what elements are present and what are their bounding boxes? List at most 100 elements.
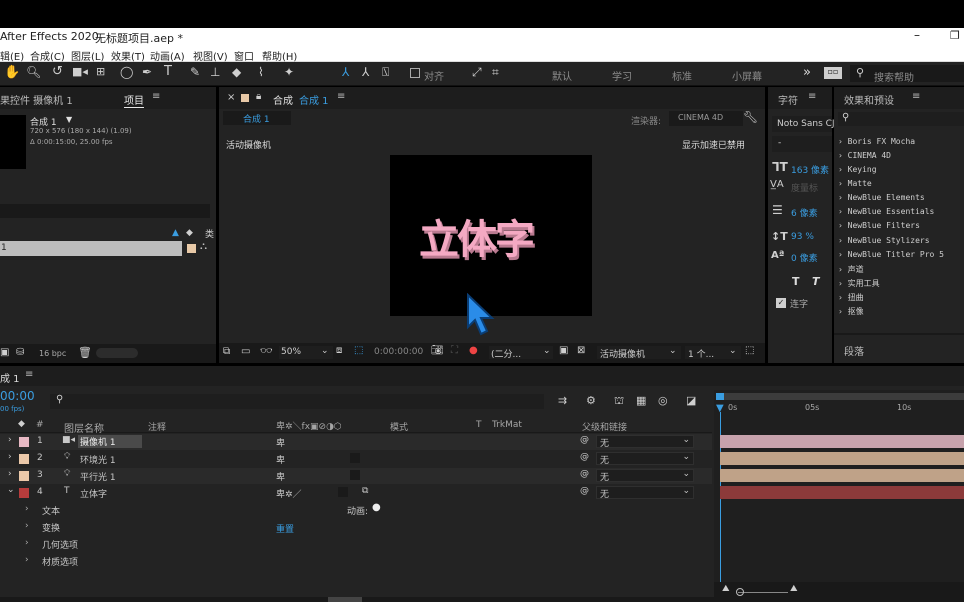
timeline-tab[interactable]: 成 1 (0, 370, 20, 385)
prop-text[interactable]: 文本 (42, 504, 60, 517)
zoom-dropdown[interactable]: 50% ⌄ (279, 346, 333, 359)
axis-world-icon[interactable]: ⅄ (362, 65, 369, 79)
sync-icon[interactable]: ▫▫ (824, 67, 842, 79)
puppet-tool-icon[interactable]: ✦ (284, 65, 294, 79)
expand-chevron-icon[interactable]: › (8, 469, 12, 479)
pickwhip-icon[interactable]: @ (580, 435, 589, 445)
faux-italic-button[interactable]: T (812, 275, 820, 288)
restore-icon[interactable]: ❐ (950, 29, 960, 42)
ellipse-tool-icon[interactable]: ◯ (120, 65, 133, 79)
axis-view-icon[interactable]: ⍂ (382, 65, 389, 80)
font-size-value[interactable]: 163 像素 (791, 163, 829, 176)
3d-layer-icon[interactable]: ⧉ (362, 486, 368, 496)
display-icon[interactable]: ▭ (241, 346, 250, 357)
character-title[interactable]: 字符 (778, 92, 798, 107)
pickwhip-icon[interactable]: @ (580, 452, 589, 462)
renderer-button[interactable]: CINEMA 4D (669, 111, 743, 126)
comp-subtab[interactable]: 合成 1 (223, 111, 291, 125)
menu-layer[interactable]: 图层(L) (71, 48, 104, 63)
effect-category[interactable]: › NewBlue Essentials (838, 207, 934, 216)
comp-tab-label[interactable]: 合成 (273, 92, 293, 107)
effect-category[interactable]: › Boris FX Mocha (838, 137, 915, 146)
switch-box[interactable] (338, 487, 348, 497)
workspace-small-screen[interactable]: 小屏幕 (732, 68, 762, 83)
stroke-width-value[interactable]: 6 像素 (791, 206, 818, 219)
new-folder-icon[interactable]: ⛁ (16, 347, 24, 358)
layer-row[interactable]: ⌄ 4 T 立体字 卑✲／ ⧉ @ 无 ⌄ (0, 485, 712, 501)
parent-link-header[interactable]: 父级和链接 (582, 420, 627, 433)
kerning-value[interactable]: 度量标 (791, 181, 818, 194)
menu-animation[interactable]: 动画(A) (150, 48, 185, 63)
prop-material-options[interactable]: 材质选项 (42, 555, 78, 568)
layer-label-swatch[interactable] (19, 488, 29, 498)
menu-edit[interactable]: 辑(E) (0, 48, 24, 63)
switch-box[interactable] (350, 470, 360, 480)
axis-local-icon[interactable]: ⅄ (342, 65, 349, 79)
effect-category[interactable]: › 抠像 (838, 306, 864, 317)
shy-layers-icon[interactable]: ⛫ (614, 394, 624, 409)
expand-chevron-icon[interactable]: › (8, 435, 12, 445)
comp-timecode[interactable]: 0:00:00:00 (374, 347, 423, 357)
hyphenate-checkbox[interactable]: ✓ (776, 298, 786, 308)
prop-geometry-options[interactable]: 几何选项 (42, 538, 78, 551)
workspace-learn[interactable]: 学习 (612, 68, 632, 83)
search-help-input[interactable]: 搜索帮助 (874, 69, 914, 84)
collapse-chevron-icon[interactable]: ⌄ (7, 485, 15, 495)
canvas-3d-text[interactable]: 立体字 (419, 207, 535, 265)
effect-category[interactable]: › NewBlue Elements (838, 193, 925, 202)
comp-dropdown-icon[interactable]: ▼ (66, 115, 72, 124)
font-family-dropdown[interactable]: Noto Sans CJ (772, 116, 835, 132)
mask-icon[interactable]: ⬚ (354, 345, 363, 356)
rotate-tool-icon[interactable]: ↺ (52, 64, 63, 79)
zoom-out-icon[interactable]: ⛰ (722, 584, 730, 594)
motion-blur-icon[interactable]: ◎ (658, 394, 668, 407)
draft-3d-icon[interactable]: ⚙ (586, 394, 596, 407)
menu-composition[interactable]: 合成(C) (30, 48, 65, 63)
parent-dropdown[interactable]: 无 ⌄ (596, 486, 694, 500)
effect-category[interactable]: › CINEMA 4D (838, 151, 891, 160)
effects-title[interactable]: 效果和预设 (844, 92, 894, 107)
layer-label-swatch[interactable] (19, 437, 29, 447)
comment-header[interactable]: 注释 (148, 420, 166, 433)
pickwhip-icon[interactable]: @ (580, 486, 589, 496)
trkmat-header[interactable]: TrkMat (492, 420, 522, 430)
camera-tool-icon[interactable]: ■◂ (72, 65, 88, 78)
zoom-slider-handle[interactable] (736, 588, 744, 596)
clone-stamp-icon[interactable]: ⊥ (210, 65, 220, 79)
timeline-scrollbar[interactable] (0, 597, 714, 602)
effect-category[interactable]: › 实用工具 (838, 278, 880, 289)
font-style-dropdown[interactable]: - (772, 136, 832, 152)
type-tool-icon[interactable]: T (164, 64, 172, 79)
expand-chevron-icon[interactable]: › (25, 504, 29, 514)
layer-row[interactable]: › 2 💡︎ 环境光 1 卑 @ 无 ⌄ (0, 451, 712, 467)
menu-help[interactable]: 帮助(H) (262, 48, 297, 63)
zoom-in-icon[interactable]: ⛰ (790, 584, 798, 594)
camera-view-dropdown[interactable]: 活动摄像机 ⌄ (597, 346, 681, 360)
paragraph-title[interactable]: 段落 (844, 343, 864, 358)
work-area-bar[interactable] (716, 393, 964, 400)
layer-name[interactable]: 摄像机 1 (78, 435, 142, 448)
minimize-icon[interactable]: – (914, 28, 920, 42)
comp-mini-flowchart-icon[interactable]: ⇉ (558, 394, 567, 407)
interpret-footage-icon[interactable]: ▣ (0, 347, 9, 358)
layer-duration-bar[interactable] (720, 452, 964, 465)
transparency-grid-icon[interactable]: ⊠ (577, 345, 585, 356)
graph-editor-icon[interactable]: ◪ (686, 394, 696, 407)
vertical-scale-value[interactable]: 93 % (791, 232, 814, 242)
effect-category[interactable]: › Keying (838, 165, 877, 174)
parent-dropdown[interactable]: 无 ⌄ (596, 469, 694, 483)
effect-category[interactable]: › NewBlue Stylizers (838, 236, 930, 245)
shy-switch-icon[interactable]: 卑 (276, 453, 285, 466)
layer-name[interactable]: 立体字 (80, 487, 107, 500)
comp-panel-menu-icon[interactable]: ≡ (337, 91, 345, 102)
project-search-input[interactable] (0, 204, 210, 218)
effect-category[interactable]: › 扭曲 (838, 292, 864, 303)
comp-tab-name[interactable]: 合成 1 (299, 92, 329, 107)
eraser-tool-icon[interactable]: ◆ (232, 65, 241, 79)
preview-options-icon[interactable]: ⧉ (223, 346, 230, 357)
close-tab-icon[interactable]: × (227, 92, 235, 103)
lock-icon[interactable]: 🔒︎ (256, 91, 261, 102)
hand-tool-icon[interactable]: ✋ (4, 65, 20, 80)
align-checkbox[interactable] (410, 68, 420, 78)
layer-label-swatch[interactable] (19, 454, 29, 464)
